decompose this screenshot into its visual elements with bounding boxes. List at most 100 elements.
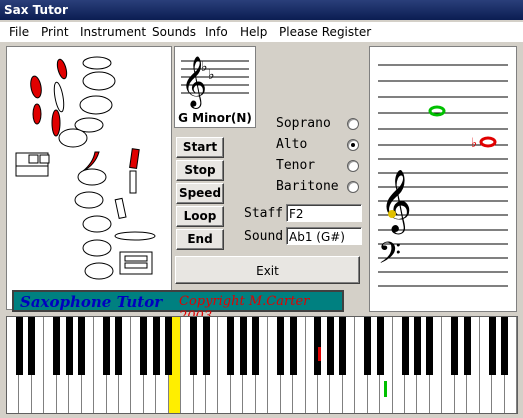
key-6[interactable] xyxy=(82,215,112,233)
fingering-chart xyxy=(6,46,172,310)
menu-print[interactable]: Print xyxy=(41,25,69,39)
black-key[interactable] xyxy=(314,317,322,375)
title-bar: Sax Tutor xyxy=(0,0,523,20)
radio-tenor[interactable] xyxy=(347,160,359,172)
sound-label: Sound xyxy=(244,229,284,244)
instrument-label-soprano: Soprano xyxy=(276,116,331,131)
black-key[interactable] xyxy=(277,317,285,375)
flat-icon: ♭ xyxy=(201,59,208,75)
exit-button[interactable]: Exit xyxy=(175,256,360,284)
table-key-bottom[interactable] xyxy=(15,165,49,177)
key-7[interactable] xyxy=(82,239,112,257)
radio-baritone[interactable] xyxy=(347,181,359,193)
stop-button[interactable]: Stop xyxy=(176,160,224,181)
menu-sounds[interactable]: Sounds xyxy=(152,25,196,39)
end-button[interactable]: End xyxy=(176,229,224,250)
key-signature-box: 𝄞 ♭ ♭ G Minor(N) xyxy=(174,46,256,128)
black-key[interactable] xyxy=(364,317,372,375)
palm-key-2[interactable] xyxy=(32,103,42,125)
low-c-key[interactable] xyxy=(114,231,156,241)
key-signature-label: G Minor(N) xyxy=(178,111,252,125)
green-note xyxy=(428,105,446,117)
black-key[interactable] xyxy=(165,317,173,375)
black-key[interactable] xyxy=(488,317,496,375)
treble-clef-icon: 𝄞 xyxy=(380,169,412,235)
radio-soprano[interactable] xyxy=(347,118,359,130)
low-table-key-b[interactable] xyxy=(124,262,148,269)
black-key[interactable] xyxy=(463,317,471,375)
black-key[interactable] xyxy=(252,317,260,375)
key-8[interactable] xyxy=(84,262,114,280)
black-key[interactable] xyxy=(227,317,235,375)
black-key[interactable] xyxy=(401,317,409,375)
black-key[interactable] xyxy=(326,317,334,375)
table-key-a[interactable] xyxy=(28,154,39,164)
side-key-red-right[interactable] xyxy=(129,148,140,170)
front-f-key[interactable] xyxy=(56,58,69,80)
menu-instrument[interactable]: Instrument xyxy=(80,25,146,39)
sound-field[interactable]: Ab1 (G#) xyxy=(286,227,362,245)
key-signature-staff: 𝄞 ♭ ♭ xyxy=(181,56,249,109)
key-1[interactable] xyxy=(82,71,116,91)
menu-bar: File Print Instrument Sounds Info Help P… xyxy=(0,22,523,43)
black-key[interactable] xyxy=(152,317,160,375)
banner-title: Saxophone Tutor xyxy=(20,293,163,311)
black-key[interactable] xyxy=(451,317,459,375)
piano-keyboard xyxy=(6,316,518,414)
instrument-label-tenor: Tenor xyxy=(276,158,316,173)
flat-icon: ♭ xyxy=(208,67,215,83)
octave-key[interactable] xyxy=(82,56,112,70)
black-key[interactable] xyxy=(339,317,347,375)
instrument-label-alto: Alto xyxy=(276,137,308,152)
loop-button[interactable]: Loop xyxy=(176,206,224,227)
black-key[interactable] xyxy=(115,317,123,375)
palm-key-1[interactable] xyxy=(29,75,43,99)
black-key[interactable] xyxy=(501,317,509,375)
black-key[interactable] xyxy=(239,317,247,375)
black-key[interactable] xyxy=(15,317,23,375)
radio-alto[interactable] xyxy=(347,139,359,151)
black-key[interactable] xyxy=(202,317,210,375)
speed-button[interactable]: Speed xyxy=(176,183,224,204)
music-staff-panel: 𝄞 𝄢 ♭ xyxy=(369,46,517,312)
black-key[interactable] xyxy=(103,317,110,375)
black-key[interactable] xyxy=(426,317,434,375)
table-key-b[interactable] xyxy=(39,154,50,164)
menu-please-register[interactable]: Please Register xyxy=(279,25,371,39)
key-4[interactable] xyxy=(77,168,107,186)
black-key[interactable] xyxy=(65,317,73,375)
key-3[interactable] xyxy=(58,128,88,148)
red-note xyxy=(479,136,497,148)
black-key[interactable] xyxy=(53,317,61,375)
grand-staff: 𝄞 𝄢 ♭ xyxy=(378,64,508,287)
black-key[interactable] xyxy=(140,317,148,375)
side-key-white[interactable] xyxy=(129,170,137,194)
staff-field[interactable]: F2 xyxy=(286,204,362,222)
side-key-c[interactable] xyxy=(114,197,127,219)
banner: Saxophone Tutor Copyright M.Carter 2003 xyxy=(12,290,344,324)
black-key[interactable] xyxy=(289,317,297,375)
black-key[interactable] xyxy=(413,317,421,375)
side-key-1[interactable] xyxy=(52,81,65,113)
key-2[interactable] xyxy=(79,95,113,115)
clef-dot xyxy=(388,210,396,218)
sax-keys-diagram xyxy=(15,56,156,280)
instrument-label-baritone: Baritone xyxy=(276,179,339,194)
low-table-key-a[interactable] xyxy=(124,255,148,262)
green-key-marker xyxy=(384,381,387,397)
menu-help[interactable]: Help xyxy=(240,25,267,39)
start-button[interactable]: Start xyxy=(176,137,224,158)
black-key[interactable] xyxy=(190,317,198,375)
black-key[interactable] xyxy=(78,317,86,375)
flat-icon: ♭ xyxy=(471,136,477,151)
menu-file[interactable]: File xyxy=(9,25,29,39)
black-key[interactable] xyxy=(376,317,384,375)
window-title: Sax Tutor xyxy=(4,3,68,17)
menu-info[interactable]: Info xyxy=(205,25,228,39)
staff-label: Staff xyxy=(244,206,284,221)
side-key-red-left[interactable] xyxy=(82,151,100,172)
key-5[interactable] xyxy=(74,191,104,209)
black-key[interactable] xyxy=(28,317,36,375)
red-key-marker xyxy=(318,347,321,361)
palm-key-3[interactable] xyxy=(51,109,61,137)
